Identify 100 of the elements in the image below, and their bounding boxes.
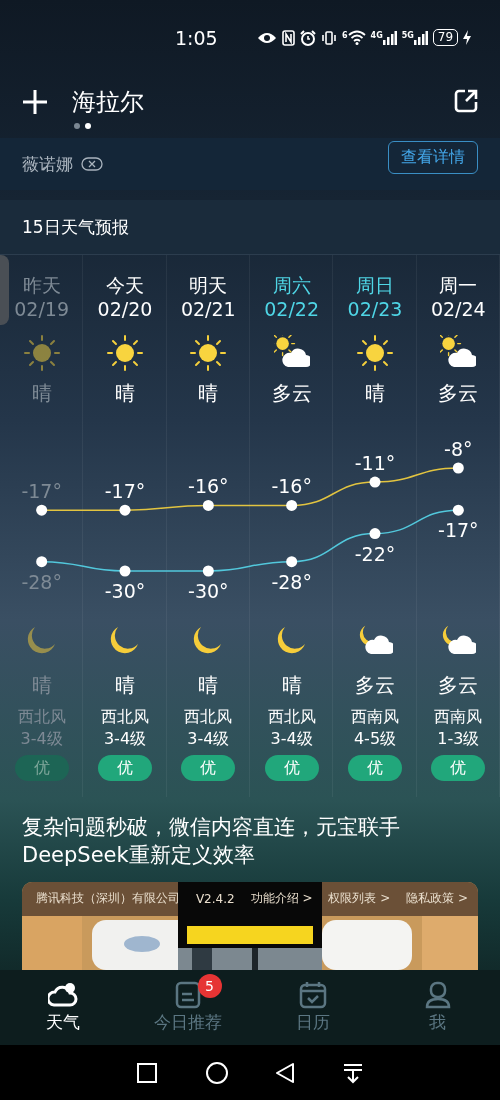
temperature-point [286,556,298,568]
temperature-label: -30° [104,580,146,600]
sun-icon [190,335,227,371]
signal-icon [413,30,428,45]
app-version: V2.4.2 [195,891,235,906]
nav-tab[interactable]: 我 [375,970,500,1045]
date-label: 02/21 [180,297,236,321]
date-label: 02/19 [14,297,70,321]
date-label: 02/22 [264,297,320,321]
air-quality-badge: 优 [431,755,486,781]
sun-icon [23,335,60,371]
air-quality-badge: 优 [98,755,152,781]
wind-direction: 西南风 [434,706,483,728]
alert-label: 薇诺娜 [22,152,73,176]
wifi-label: 6 [342,32,348,40]
back-icon[interactable] [275,1061,296,1084]
wind-level: 3-4级 [270,728,313,750]
temperature-label: -30° [188,580,229,600]
drawer-handle[interactable] [0,255,9,325]
air-quality-badge: 优 [264,755,319,781]
temperature-label: -17° [21,480,62,503]
night-condition: 晴 [198,672,219,698]
day-label: 周一 [439,273,478,297]
night-condition: 晴 [115,672,135,698]
eye-icon [257,30,277,45]
sun-icon [357,335,393,371]
temperature-label: -17° [438,519,479,542]
notification-pull-icon[interactable] [341,1061,364,1084]
temperature-point [452,504,464,516]
temperature-point [36,556,48,568]
wind-direction: 西南风 [351,706,399,728]
network-label: 5G [401,32,414,40]
signal-icon [382,30,397,45]
sun-icon [107,335,143,371]
nav-tab[interactable]: 今日推荐 5 [125,970,250,1045]
temperature-label: -22° [354,542,396,565]
vibrate-icon [321,29,337,46]
wind-direction: 西北风 [184,706,233,728]
wind-level: 3-4级 [20,728,63,750]
day-label: 今天 [106,273,144,297]
city-name: 海拉尔 [72,87,144,117]
temperature-label: -8° [444,438,473,460]
wind-level: 3-4级 [103,728,147,750]
night-condition: 多云 [355,672,395,698]
close-icon[interactable] [81,157,103,171]
nfc-icon [282,29,295,46]
temperature-point [36,504,48,516]
day-label: 周六 [272,273,311,297]
day-condition: 晴 [198,380,219,406]
ad-link[interactable]: 权限列表 > [328,890,391,907]
wind-level: 4-5级 [353,728,397,750]
air-quality-badge: 优 [181,755,236,781]
network-label: 4G [370,32,383,40]
wind-level: 1-3级 [437,728,480,750]
night-condition: 晴 [281,672,302,698]
details-button[interactable]: 查看详情 [388,140,478,174]
date-label: 02/20 [97,297,153,321]
forecast-title: 15日天气预报 [0,200,500,255]
wind-direction: 西北风 [101,706,149,728]
night-condition: 多云 [438,672,479,698]
share-icon[interactable] [454,89,478,113]
notification-badge: 5 [197,974,222,998]
wind-direction: 西北风 [267,706,316,728]
temperature-label: -28° [271,570,312,593]
temperature-label: -16° [271,475,312,498]
night-condition: 晴 [31,672,52,698]
air-quality-badge: 优 [348,755,402,781]
nav-tab[interactable]: 天气 [0,970,125,1045]
document-icon [174,981,201,1009]
day-condition: 多云 [438,380,479,406]
temperature-point [452,462,464,474]
add-icon[interactable] [22,89,48,115]
day-condition: 晴 [31,380,52,406]
calendar-icon [298,981,327,1009]
ad-link[interactable]: 功能介绍 > [250,890,313,907]
day-label: 昨天 [22,273,61,297]
nav-tab[interactable]: 日历 [250,970,375,1045]
temperature-label: -28° [21,570,62,593]
day-label: 周日 [356,273,394,297]
wind-direction: 西北风 [17,706,66,728]
person-icon [424,981,451,1009]
temperature-point [202,565,214,577]
wifi-icon [347,30,366,45]
weather-cloud-icon [47,981,78,1009]
alarm-icon [300,29,316,46]
temperature-label: -16° [188,475,229,498]
day-condition: 晴 [365,380,385,406]
publisher-name: 腾讯科技（深圳）有限公司 [36,890,180,907]
ad-headline: 复杂问题秒破，微信内容直连，元宝联手DeepSeek重新定义效率 [21,814,401,869]
temperature-point [119,504,131,516]
ad-link[interactable]: 隐私政策 > [406,890,468,907]
home-icon[interactable] [204,1060,229,1085]
temperature-point [119,565,131,577]
day-condition: 晴 [115,380,135,406]
temperature-label: -17° [104,480,146,503]
recent-apps-icon[interactable] [136,1061,159,1084]
date-label: 02/23 [347,297,403,321]
day-condition: 多云 [271,380,312,406]
temperature-point [202,499,214,511]
temperature-point [286,499,298,511]
